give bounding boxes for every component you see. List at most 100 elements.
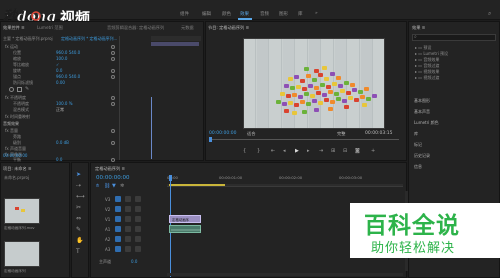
step-back-icon[interactable]: ◂ [283,148,286,154]
tab-metadata[interactable]: 元数据 [181,25,194,31]
eye-icon[interactable] [135,216,141,222]
workspace-tab-effects[interactable]: 效果 [240,11,249,17]
tab-lumetri-scopes[interactable]: Lumetri 范围 [37,25,63,31]
master-volume-value[interactable]: 0.0 [131,259,137,264]
workspace-tab-libraries[interactable]: 库 [298,11,303,17]
go-to-out-icon[interactable]: ⇥ [319,148,323,154]
eye-icon[interactable] [135,206,141,212]
anti-flicker-value[interactable]: 0.00 [56,80,65,85]
fit-select[interactable]: 适合 [247,131,255,137]
monitor-playhead[interactable] [209,137,212,142]
audio-clip[interactable] [169,225,201,233]
monitor-scrubber[interactable] [209,139,399,140]
razor-tool-icon[interactable]: ✂ [76,202,85,213]
effect-time-remap[interactable]: fx 时间重映射 [5,114,30,120]
track-select-icon[interactable]: ⇢ [76,180,85,191]
pen-tool-icon[interactable]: ✎ [76,224,85,235]
timeline-horizontal-scrollbar[interactable] [167,273,403,276]
program-monitor-title[interactable]: 节目: 定格动画序列 ≡ [208,25,249,31]
position-value[interactable]: 960.0 540.0 [56,50,80,55]
video-clip[interactable]: 定格动画序列.mov [V] [169,215,201,227]
add-button-icon[interactable]: + [371,148,375,154]
track-target-toggle[interactable] [115,206,121,212]
workspace-tab-assembly[interactable]: 组件 [180,11,189,17]
workspace-tab-audio[interactable]: 音频 [260,11,269,17]
slip-tool-icon[interactable]: ⇔ [76,213,85,224]
linked-select-icon[interactable]: ⛓ [104,183,110,189]
level-value[interactable]: 0.0 dB [56,140,69,145]
solo-icon[interactable] [135,226,141,232]
effect-controls-timecode[interactable]: 00:00:00:00 [3,153,27,158]
clip-thumbnail[interactable] [4,198,40,224]
hand-tool-icon[interactable]: ✋ [76,235,85,246]
reset-motion-icon[interactable] [111,45,115,49]
rotation-value[interactable]: 0.0 [56,68,62,73]
workspace-tab-editing[interactable]: 编辑 [202,11,211,17]
workspace-tab-graphics[interactable]: 图形 [279,11,288,17]
uniform-scale-check[interactable]: ✓ [56,62,59,67]
workspace-tab-color[interactable]: 颜色 [222,11,231,17]
track-target-toggle[interactable] [115,196,121,202]
timeline-ruler[interactable]: 00:00 00:00:01:00 00:00:02:00 00:00:03:0… [167,175,403,187]
mark-out-icon[interactable]: } [257,148,260,154]
section-essential-sound[interactable]: 基本声音 [414,109,430,115]
project-panel-title[interactable]: 项目: 未命名 ≡ [3,166,32,172]
solo-icon[interactable] [135,236,141,242]
reset-position-icon[interactable] [111,51,115,55]
track-target-toggle[interactable] [115,226,121,232]
mute-icon[interactable] [125,236,131,242]
workspace-more[interactable]: » [315,11,318,16]
section-essential-graphics[interactable]: 基本图形 [414,98,430,104]
blend-mode-select[interactable]: 正常 [56,107,64,113]
program-timecode[interactable]: 00:00:00:00 [209,131,236,136]
video-preview[interactable] [243,38,385,129]
snap-icon[interactable]: ⫛ [96,183,99,189]
effects-search-input[interactable]: ⌕ [412,34,496,41]
insert-icon[interactable]: ⊞ [331,148,335,154]
ripple-edit-icon[interactable]: ⟷ [76,191,85,202]
effects-panel-title[interactable]: 效果 ≡ [412,25,425,31]
pen-mask-icon[interactable]: ✎ [25,86,29,92]
sequence-thumbnail[interactable] [4,241,40,267]
track-target-toggle[interactable] [115,216,121,222]
mark-in-icon[interactable]: { [243,148,246,154]
search-icon[interactable]: ⌕ [488,10,491,18]
project-item-name[interactable]: 定格动画序列 [4,269,26,274]
settings-icon[interactable]: ✲ [120,183,124,189]
timeline-tab[interactable]: 定格动画序列 ≡ [95,166,125,172]
reset-anchor-icon[interactable] [111,75,115,79]
section-libraries[interactable]: 库 [414,131,418,137]
tab-audio-clip-mixer[interactable]: 音频剪辑混合器: 定格动画序列 [107,25,164,31]
reset-scale-icon[interactable] [111,57,115,61]
mute-icon[interactable] [125,226,131,232]
sequence-clip-label[interactable]: 定格动画序列 * 定格动画序列... [61,36,117,42]
selection-tool-icon[interactable]: ➤ [76,169,85,180]
section-markers[interactable]: 标记 [414,142,422,148]
step-forward-icon[interactable]: ▸ [307,148,310,154]
lock-icon[interactable] [125,216,131,222]
eye-icon[interactable] [135,196,141,202]
timeline-timecode[interactable]: 00:00:00:00 [96,175,130,181]
rectangle-mask-icon[interactable] [17,87,22,92]
section-history[interactable]: 历史记录 [414,153,430,159]
export-frame-icon[interactable]: ◙ [355,148,360,154]
type-tool-icon[interactable]: T [76,246,85,257]
play-icon[interactable]: ▶ [295,148,299,154]
overwrite-icon[interactable]: ⊟ [343,148,347,154]
scale-value[interactable]: 100.0 [56,56,67,61]
reset-rotation-icon[interactable] [111,69,115,73]
mini-timeline[interactable] [151,36,201,41]
quality-select[interactable]: 完整 [337,131,345,137]
section-lumetri-color[interactable]: Lumetri 颜色 [414,120,439,126]
reset-level-icon[interactable] [111,141,115,145]
folder-video-transitions[interactable]: ▸ ▭ 视频过渡 [415,75,439,81]
lock-icon[interactable] [125,196,131,202]
go-to-in-icon[interactable]: ⇤ [271,148,275,154]
mute-icon[interactable] [125,246,131,252]
reset-volume-icon[interactable] [111,129,115,133]
lock-icon[interactable] [125,206,131,212]
tab-effect-controls[interactable]: 效果控件 ≡ [3,25,25,31]
solo-icon[interactable] [135,246,141,252]
reset-opacity-icon[interactable] [111,96,115,100]
anchor-value[interactable]: 960.0 540.0 [56,74,80,79]
